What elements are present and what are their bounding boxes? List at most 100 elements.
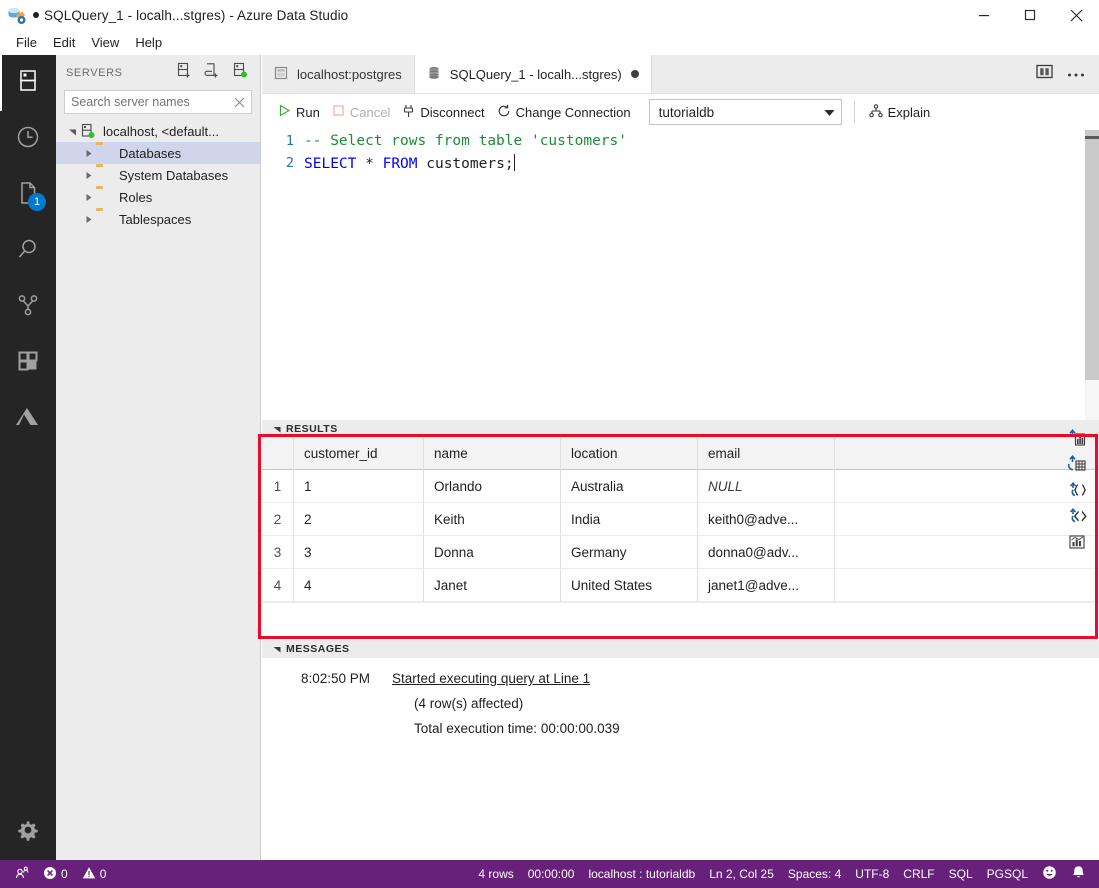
- more-actions-button[interactable]: [1063, 61, 1089, 87]
- new-server-group-button[interactable]: [198, 59, 226, 87]
- editor-scrollbar[interactable]: [1085, 130, 1099, 420]
- cell-location[interactable]: Germany: [561, 536, 698, 569]
- cell-customer-id[interactable]: 1: [294, 470, 424, 503]
- sidebar-item-roles[interactable]: Roles: [56, 186, 260, 208]
- explain-button[interactable]: Explain: [865, 102, 939, 123]
- menu-view[interactable]: View: [83, 33, 127, 52]
- status-cursor-position[interactable]: Ln 2, Col 25: [702, 860, 781, 888]
- error-count-item[interactable]: 0: [36, 860, 75, 888]
- minimize-button[interactable]: [961, 0, 1007, 30]
- messages-label: MESSAGES: [286, 643, 350, 655]
- chevron-right-icon[interactable]: [80, 186, 96, 208]
- menu-file[interactable]: File: [8, 33, 45, 52]
- table-row[interactable]: 1 1 Orlando Australia NULL: [262, 470, 1099, 503]
- search-clear-icon[interactable]: [232, 94, 247, 110]
- cell-customer-id[interactable]: 2: [294, 503, 424, 536]
- save-as-csv-button[interactable]: [1065, 454, 1089, 476]
- cell-name[interactable]: Donna: [424, 536, 561, 569]
- refresh-servers-button[interactable]: [226, 59, 254, 87]
- status-provider[interactable]: PGSQL: [980, 860, 1035, 888]
- table-row[interactable]: 4 4 Janet United States janet1@adve...: [262, 569, 1099, 602]
- tab-localhost-postgres[interactable]: localhost:postgres: [262, 55, 415, 93]
- activity-item-extensions[interactable]: [0, 335, 56, 391]
- cell-location[interactable]: India: [561, 503, 698, 536]
- table-row[interactable]: 3 3 Donna Germany donna0@adv...: [262, 536, 1099, 569]
- editor-scrollbar-thumb[interactable]: [1085, 130, 1099, 380]
- column-header-customer-id[interactable]: customer_id: [294, 438, 424, 470]
- cell-name[interactable]: Janet: [424, 569, 561, 602]
- server-search-box[interactable]: [64, 90, 252, 114]
- column-header-name[interactable]: name: [424, 438, 561, 470]
- chevron-down-icon[interactable]: [824, 105, 835, 120]
- table-row[interactable]: 2 2 Keith India keith0@adve...: [262, 503, 1099, 536]
- feedback-button[interactable]: [1035, 860, 1064, 888]
- chevron-right-icon[interactable]: [80, 142, 96, 164]
- disconnect-button[interactable]: Disconnect: [398, 102, 492, 123]
- activity-item-search[interactable]: [0, 223, 56, 279]
- message-link[interactable]: Started executing query at Line 1: [392, 666, 590, 691]
- chevron-down-icon[interactable]: [64, 120, 80, 142]
- save-as-json-button[interactable]: [1065, 481, 1089, 502]
- cancel-button[interactable]: Cancel: [328, 102, 398, 122]
- cell-customer-id[interactable]: 3: [294, 536, 424, 569]
- results-grid[interactable]: customer_id name location email 1 1 Orla…: [262, 438, 1099, 614]
- remote-connect-item[interactable]: [8, 860, 36, 888]
- new-connection-button[interactable]: [170, 59, 198, 87]
- close-button[interactable]: [1053, 0, 1099, 30]
- sidebar-item-tablespaces[interactable]: Tablespaces: [56, 208, 260, 230]
- search-input[interactable]: [71, 95, 232, 109]
- menu-help[interactable]: Help: [127, 33, 170, 52]
- cell-location[interactable]: Australia: [561, 470, 698, 503]
- split-editor-button[interactable]: [1031, 61, 1057, 87]
- messages-pane-header[interactable]: MESSAGES: [262, 640, 1099, 658]
- cell-customer-id[interactable]: 4: [294, 569, 424, 602]
- column-header-email[interactable]: email: [698, 438, 835, 470]
- chevron-right-icon[interactable]: [80, 208, 96, 230]
- notifications-button[interactable]: [1064, 860, 1093, 888]
- cell-email[interactable]: janet1@adve...: [698, 569, 835, 602]
- activity-item-settings[interactable]: [0, 804, 56, 860]
- maximize-button[interactable]: [1007, 0, 1053, 30]
- database-select[interactable]: tutorialdb: [648, 99, 842, 125]
- status-language-mode[interactable]: SQL: [942, 860, 980, 888]
- status-encoding[interactable]: UTF-8: [848, 860, 896, 888]
- activity-item-notebooks[interactable]: 1: [0, 167, 56, 223]
- status-execution-time[interactable]: 00:00:00: [521, 860, 582, 888]
- warning-count-item[interactable]: 0: [75, 860, 114, 888]
- tab-dirty-indicator[interactable]: [630, 70, 639, 78]
- chevron-down-icon[interactable]: [270, 645, 284, 653]
- grid-header-row: customer_id name location email: [262, 438, 1099, 470]
- sidebar-item-databases[interactable]: Databases: [56, 142, 260, 164]
- column-header-location[interactable]: location: [561, 438, 698, 470]
- tab-sqlquery-1[interactable]: SQLQuery_1 - localh...stgres): [414, 55, 652, 93]
- cell-name[interactable]: Orlando: [424, 470, 561, 503]
- activity-bar-bottom: [0, 804, 56, 860]
- view-as-chart-button[interactable]: [1065, 534, 1089, 554]
- status-connection-info[interactable]: localhost : tutorialdb: [581, 860, 702, 888]
- save-as-xml-button[interactable]: [1065, 507, 1089, 528]
- cell-email[interactable]: keith0@adve...: [698, 503, 835, 536]
- status-indentation[interactable]: Spaces: 4: [781, 860, 848, 888]
- activity-item-source-control[interactable]: [0, 279, 56, 335]
- cell-location[interactable]: United States: [561, 569, 698, 602]
- status-line-endings[interactable]: CRLF: [896, 860, 941, 888]
- status-row-count[interactable]: 4 rows: [471, 860, 520, 888]
- tree-item-localhost[interactable]: localhost, <default...: [56, 120, 260, 142]
- sql-editor[interactable]: 1 -- Select rows from table 'customers' …: [262, 130, 1099, 420]
- run-button[interactable]: Run: [274, 102, 328, 122]
- cell-email[interactable]: donna0@adv...: [698, 536, 835, 569]
- results-pane-header[interactable]: RESULTS: [262, 420, 1099, 438]
- code-statement: SELECT * FROM customers;: [304, 154, 516, 172]
- activity-item-azure[interactable]: [0, 391, 56, 447]
- cell-name[interactable]: Keith: [424, 503, 561, 536]
- save-as-excel-button[interactable]: [1065, 428, 1089, 450]
- change-connection-icon: [497, 104, 511, 121]
- change-connection-button[interactable]: Change Connection: [493, 102, 639, 123]
- activity-item-query-history[interactable]: [0, 111, 56, 167]
- activity-item-servers[interactable]: [0, 55, 56, 111]
- sidebar-item-system-databases[interactable]: System Databases: [56, 164, 260, 186]
- chevron-right-icon[interactable]: [80, 164, 96, 186]
- menu-edit[interactable]: Edit: [45, 33, 83, 52]
- cell-email[interactable]: NULL: [698, 470, 835, 503]
- chevron-down-icon[interactable]: [270, 425, 284, 433]
